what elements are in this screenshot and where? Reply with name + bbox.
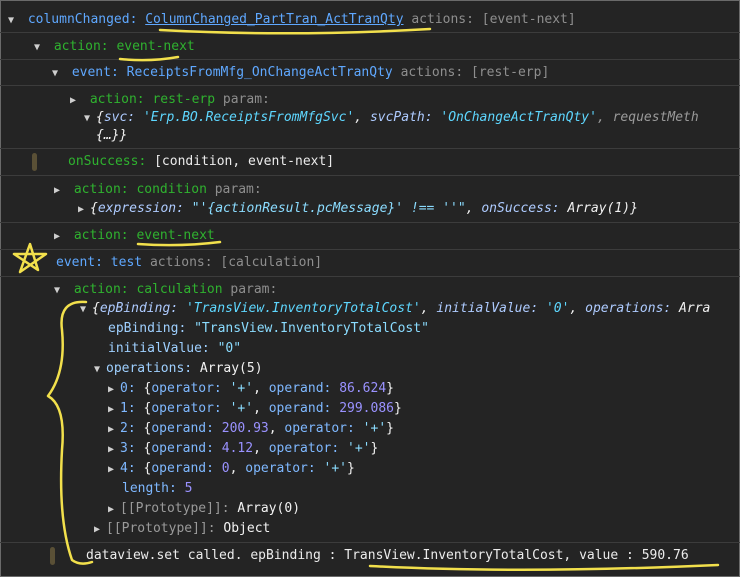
underline-annotation bbox=[368, 563, 720, 572]
underline-annotation bbox=[158, 27, 432, 35]
star-annotation bbox=[12, 242, 48, 274]
annotation-overlay bbox=[12, 27, 720, 572]
underline-annotation bbox=[118, 55, 180, 62]
underline-annotation bbox=[136, 240, 222, 247]
brace-annotation bbox=[46, 300, 94, 565]
